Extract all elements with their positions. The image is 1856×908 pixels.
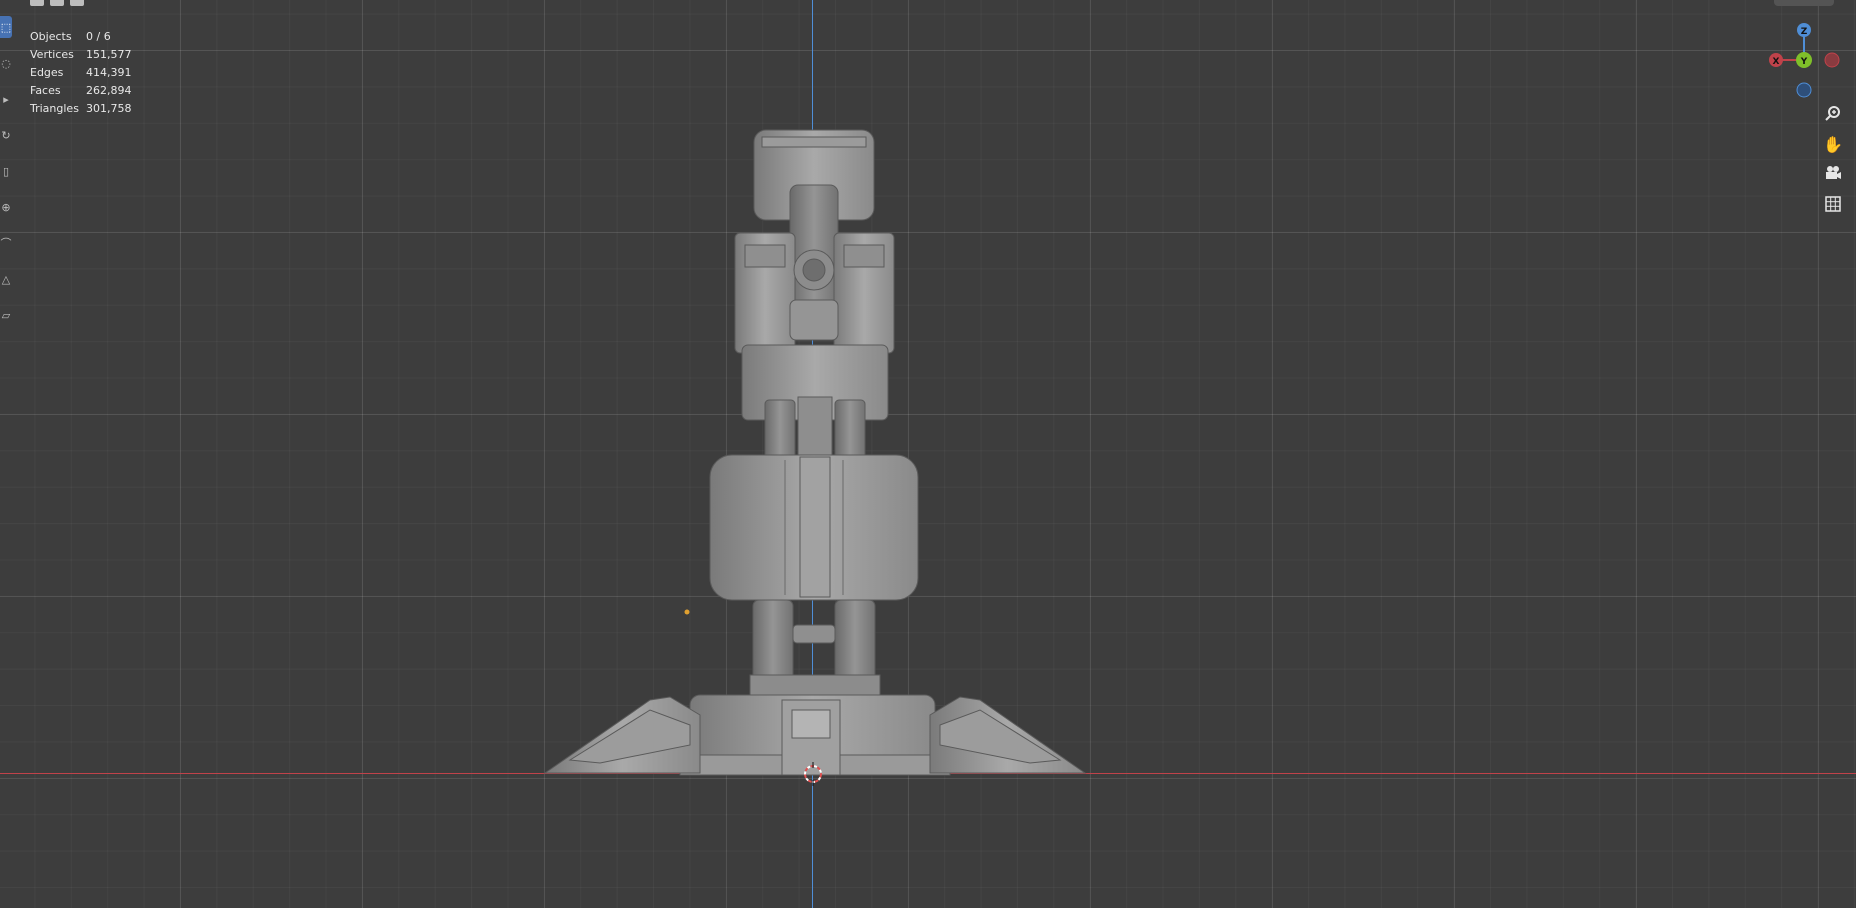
statistics-overlay: Objects 0 / 6 Vertices 151,577 Edges 414,39… <box>30 28 132 118</box>
zoom-icon[interactable] <box>1818 101 1848 127</box>
stat-label: Faces <box>30 84 61 97</box>
transform-icon[interactable]: ⊕ <box>0 196 12 218</box>
stat-value: 151,577 <box>86 48 132 61</box>
stat-row: Vertices 151,577 <box>30 46 132 64</box>
stat-row: Objects 0 / 6 <box>30 28 132 46</box>
grid-icon[interactable] <box>1818 191 1848 217</box>
select-mode-icon[interactable] <box>70 0 84 6</box>
select-mode-icon[interactable] <box>50 0 64 6</box>
navigation-gizmo[interactable]: Z X Y <box>1760 22 1840 102</box>
scale-icon[interactable]: ▯ <box>0 160 12 182</box>
measure-icon[interactable]: △ <box>0 268 12 290</box>
add-cube-icon[interactable]: ▱ <box>0 304 12 326</box>
move-icon[interactable]: ▸ <box>0 88 12 110</box>
stat-value: 414,391 <box>86 66 132 79</box>
stat-row: Faces 262,894 <box>30 82 132 100</box>
camera-icon[interactable] <box>1818 160 1848 186</box>
3d-cursor-icon[interactable] <box>801 762 825 786</box>
hand-pan-icon[interactable]: ✋ <box>1818 131 1848 157</box>
z-axis-label: Z <box>1801 27 1808 37</box>
x-axis-label: X <box>1773 57 1780 67</box>
cursor-icon[interactable]: ◌ <box>0 52 12 74</box>
stat-row: Triangles 301,758 <box>30 100 132 118</box>
stat-row: Edges 414,391 <box>30 64 132 82</box>
select-mode-icon[interactable] <box>30 0 44 6</box>
stat-label: Triangles <box>30 102 79 115</box>
header-select-modes[interactable] <box>30 0 84 6</box>
stat-label: Edges <box>30 66 64 79</box>
stat-label: Vertices <box>30 48 74 61</box>
stat-label: Objects <box>30 30 72 43</box>
stat-value: 0 / 6 <box>86 30 111 43</box>
stat-value: 262,894 <box>86 84 132 97</box>
options-button[interactable] <box>1774 0 1834 6</box>
rotate-icon[interactable]: ↻ <box>0 124 12 146</box>
neg-x-axis-handle[interactable] <box>1824 52 1840 68</box>
annotate-icon[interactable]: ⌒ <box>0 232 12 254</box>
object-origin <box>684 609 690 615</box>
tool-shelf: ⬚ ◌ ▸ ↻ ▯ ⊕ ⌒ △ ▱ <box>0 16 14 340</box>
robot-arm-model[interactable] <box>540 125 1090 785</box>
select-box-icon[interactable]: ⬚ <box>0 16 12 38</box>
y-axis-label: Y <box>1800 57 1808 67</box>
stat-value: 301,758 <box>86 102 132 115</box>
neg-z-axis-handle[interactable] <box>1796 82 1812 98</box>
